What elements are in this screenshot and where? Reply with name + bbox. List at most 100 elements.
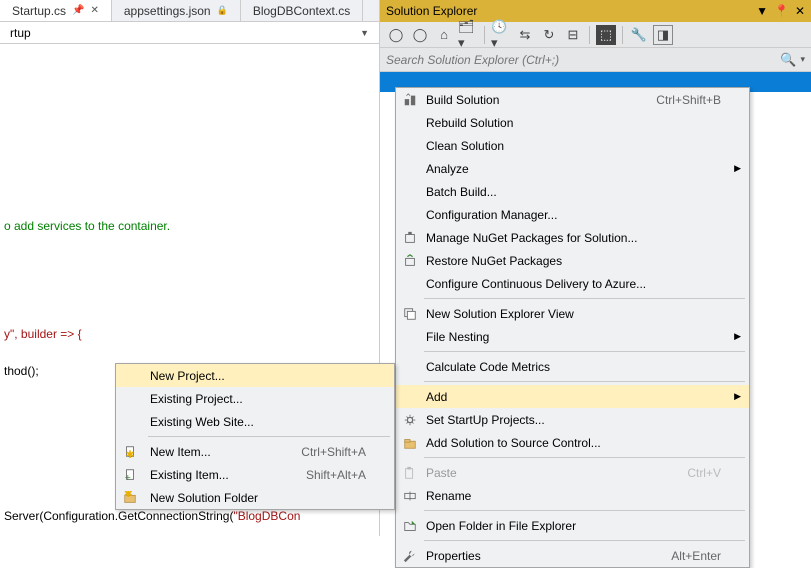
add-menu-item-new-project[interactable]: New Project...	[116, 364, 394, 387]
tab-label: appsettings.json	[124, 4, 211, 18]
dropdown-icon[interactable]: ▼	[756, 4, 768, 18]
add-menu-item-existing-project[interactable]: Existing Project...	[116, 387, 394, 410]
menu-item-label: Rebuild Solution	[426, 116, 513, 130]
chevron-down-icon[interactable]: ▾	[798, 54, 805, 65]
solution-menu-item-paste: PasteCtrl+V	[396, 461, 749, 484]
solution-menu-item-restore-nuget-packages[interactable]: Restore NuGet Packages	[396, 249, 749, 272]
restore-icon	[402, 253, 418, 269]
submenu-arrow-icon: ▶	[734, 391, 741, 402]
menu-item-shortcut: Ctrl+Shift+A	[271, 445, 366, 459]
svg-text:✱: ✱	[124, 491, 133, 500]
rename-icon	[402, 488, 418, 504]
menu-item-label: Add Solution to Source Control...	[426, 436, 601, 450]
sync-active-button[interactable]: ⇆	[515, 25, 535, 45]
menu-item-label: Configuration Manager...	[426, 208, 557, 222]
code-comment: o add services to the container.	[4, 218, 379, 235]
menu-item-label: Batch Build...	[426, 185, 497, 199]
menu-item-shortcut: Ctrl+Shift+B	[626, 93, 721, 107]
lock-icon: 🔒	[217, 5, 228, 16]
menu-item-label: Set StartUp Projects...	[426, 413, 545, 427]
add-menu-item-existing-item[interactable]: +Existing Item...Shift+Alt+A	[116, 463, 394, 486]
add-menu-item-new-solution-folder[interactable]: ✱New Solution Folder	[116, 486, 394, 509]
menu-item-label: Build Solution	[426, 93, 499, 107]
add-submenu: New Project... Existing Project... Existin…	[115, 363, 395, 510]
solution-menu-item-new-solution-explorer-view[interactable]: New Solution Explorer View	[396, 302, 749, 325]
existitem-icon: +	[122, 467, 138, 483]
solution-menu-item-properties[interactable]: Properties Alt+Enter	[396, 544, 749, 567]
code-text: Server(Configuration.GetConnectionString…	[4, 509, 233, 523]
nav-combo[interactable]: rtup ▼	[6, 26, 373, 40]
menu-separator	[424, 510, 745, 511]
solution-menu-item-file-nesting[interactable]: File Nesting▶	[396, 325, 749, 348]
search-icon[interactable]: 🔍	[774, 52, 798, 68]
solution-menu-item-build-solution[interactable]: Build Solution Ctrl+Shift+B	[396, 88, 749, 111]
properties-button[interactable]: 🔧	[629, 25, 649, 45]
code-text: "BlogDBCon	[233, 509, 300, 523]
back-button[interactable]: ◯	[386, 25, 406, 45]
gear-icon	[402, 412, 418, 428]
solution-menu-item-manage-nuget-packages-for-solution[interactable]: Manage NuGet Packages for Solution...	[396, 226, 749, 249]
wrench-icon	[402, 548, 418, 564]
show-all-button[interactable]: ⬚	[596, 25, 616, 45]
tab-startup[interactable]: Startup.cs 📌 ✕	[0, 0, 112, 21]
menu-item-label: Clean Solution	[426, 139, 504, 153]
menu-item-label: Open Folder in File Explorer	[426, 519, 576, 533]
pin-icon[interactable]: 📌	[72, 5, 84, 16]
paste-icon	[402, 465, 418, 481]
pin-icon[interactable]: 📍	[774, 4, 789, 18]
solution-menu-item-rename[interactable]: Rename	[396, 484, 749, 507]
solution-menu-item-rebuild-solution[interactable]: Rebuild Solution	[396, 111, 749, 134]
menu-item-label: Existing Web Site...	[150, 415, 254, 429]
add-menu-item-existing-web-site[interactable]: Existing Web Site...	[116, 410, 394, 433]
menu-item-label: New Item...	[150, 445, 211, 459]
solution-menu-item-open-folder-in-file-explorer[interactable]: Open Folder in File Explorer	[396, 514, 749, 537]
menu-item-shortcut: Alt+Enter	[641, 549, 721, 563]
solution-explorer-header[interactable]: Solution Explorer ▼ 📍 ✕	[380, 0, 811, 22]
solution-search-bar[interactable]: 🔍 ▾	[380, 48, 811, 72]
solution-context-menu: Build Solution Ctrl+Shift+B Rebuild Soluti…	[395, 87, 750, 568]
tab-label: Startup.cs	[12, 4, 66, 18]
preview-button[interactable]: ◨	[653, 25, 673, 45]
nuget-icon	[402, 230, 418, 246]
solution-menu-item-set-startup-projects[interactable]: Set StartUp Projects...	[396, 408, 749, 431]
build-icon	[402, 92, 418, 108]
search-input[interactable]	[386, 53, 774, 67]
pending-changes-button[interactable]: 🕓▾	[491, 25, 511, 45]
newfolder-icon: ✱	[122, 490, 138, 506]
menu-item-label: Calculate Code Metrics	[426, 360, 550, 374]
collapse-button[interactable]: ⊟	[563, 25, 583, 45]
menu-item-label: Configure Continuous Delivery to Azure..…	[426, 277, 646, 291]
sync-button[interactable]: 🗂▾	[458, 25, 478, 45]
close-icon[interactable]: ✕	[795, 4, 805, 18]
menu-item-label: Properties	[426, 549, 481, 563]
menu-separator	[424, 351, 745, 352]
menu-item-label: Rename	[426, 489, 471, 503]
menu-item-label: Add	[426, 390, 447, 404]
menu-item-shortcut: Ctrl+V	[657, 466, 721, 480]
solution-menu-item-batch-build[interactable]: Batch Build...	[396, 180, 749, 203]
code-text: y", builder => {	[4, 327, 82, 341]
solution-menu-item-clean-solution[interactable]: Clean Solution	[396, 134, 749, 157]
solution-menu-item-configure-continuous-delivery-to-azure[interactable]: Configure Continuous Delivery to Azure..…	[396, 272, 749, 295]
menu-item-label: Restore NuGet Packages	[426, 254, 562, 268]
menu-separator	[424, 381, 745, 382]
add-menu-item-new-item[interactable]: ✱New Item...Ctrl+Shift+A	[116, 440, 394, 463]
solution-menu-item-analyze[interactable]: Analyze ▶	[396, 157, 749, 180]
solution-explorer-toolbar: ◯ ◯ ⌂ 🗂▾ 🕓▾ ⇆ ↻ ⊟ ⬚ 🔧 ◨	[380, 22, 811, 48]
nav-combo-text: rtup	[10, 26, 31, 40]
solution-menu-item-calculate-code-metrics[interactable]: Calculate Code Metrics	[396, 355, 749, 378]
tab-blogdbcontext[interactable]: BlogDBContext.cs	[241, 0, 363, 21]
forward-button[interactable]: ◯	[410, 25, 430, 45]
submenu-arrow-icon: ▶	[734, 163, 741, 174]
solution-menu-item-add[interactable]: Add ▶	[396, 385, 749, 408]
solution-menu-item-configuration-manager[interactable]: Configuration Manager...	[396, 203, 749, 226]
close-icon[interactable]: ✕	[90, 5, 98, 16]
home-button[interactable]: ⌂	[434, 25, 454, 45]
solution-menu-item-add-solution-to-source-control[interactable]: Add Solution to Source Control...	[396, 431, 749, 454]
menu-item-label: New Project...	[150, 369, 225, 383]
srcctrl-icon	[402, 435, 418, 451]
tab-appsettings[interactable]: appsettings.json 🔒	[112, 0, 241, 21]
menu-item-label: Analyze	[426, 162, 469, 176]
refresh-button[interactable]: ↻	[539, 25, 559, 45]
menu-separator	[148, 436, 390, 437]
